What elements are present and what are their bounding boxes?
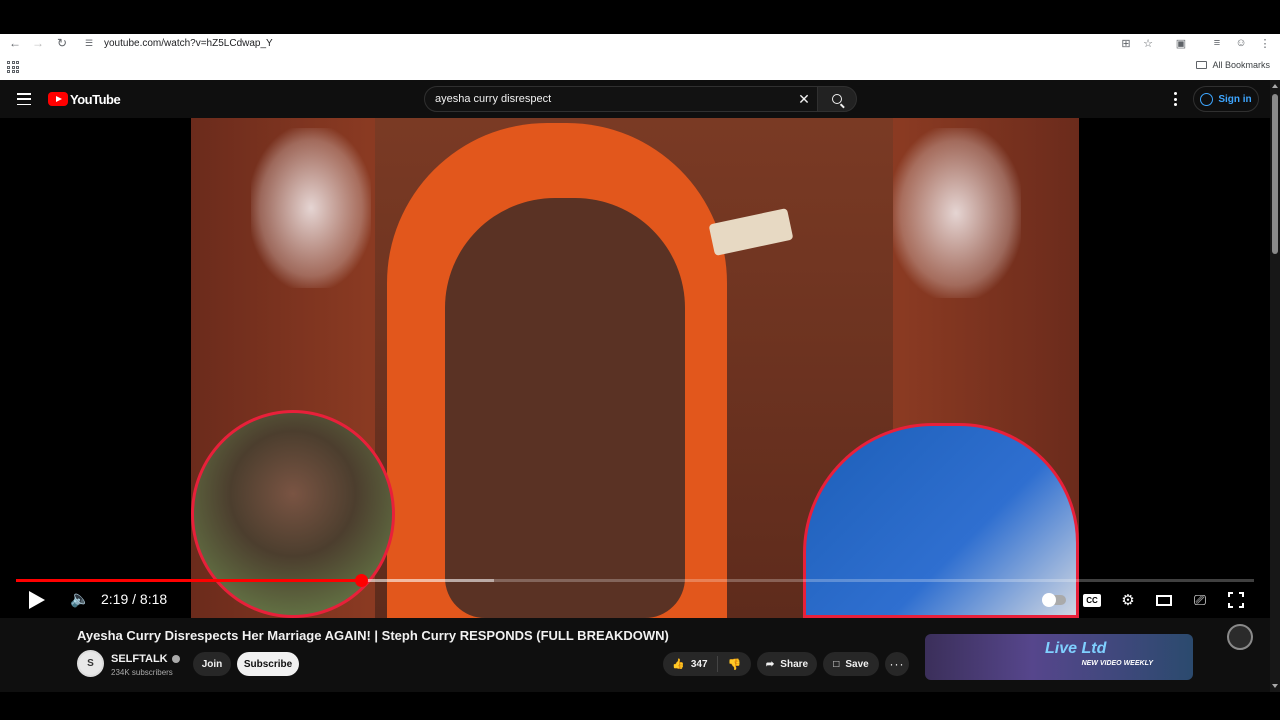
share-label: Share [780, 658, 809, 670]
play-icon[interactable] [29, 591, 45, 609]
reload-icon[interactable]: ↻ [53, 34, 71, 52]
background-light-right [891, 128, 1021, 298]
save-label: Save [845, 658, 869, 670]
search-button[interactable] [817, 86, 857, 112]
search-icon [832, 94, 842, 104]
cc-icon: CC [1083, 593, 1101, 607]
scrubber-handle[interactable] [355, 574, 369, 587]
thumbnail-caption: NEW VIDEO WEEKLY [1081, 660, 1153, 667]
sign-in-label: Sign in [1218, 93, 1252, 105]
thumbs-up-icon: 👍 [672, 658, 685, 670]
theater-mode-button[interactable] [1152, 588, 1176, 612]
more-options-icon[interactable] [1170, 92, 1180, 106]
back-icon[interactable]: ← [6, 34, 24, 52]
sign-in-button[interactable]: Sign in [1193, 86, 1259, 112]
theater-icon [1156, 594, 1172, 606]
youtube-wordmark: YouTube [70, 91, 121, 107]
page-scrollbar[interactable] [1270, 80, 1280, 692]
bookmark-star-icon[interactable]: ☆ [1139, 34, 1157, 52]
site-info-icon[interactable]: ☰ [82, 38, 96, 49]
reading-list-icon[interactable]: ≡ [1208, 34, 1226, 52]
youtube-logo[interactable]: YouTube [48, 91, 121, 107]
clear-search-icon[interactable]: ✕ [796, 92, 812, 108]
like-dislike-group: 👍 347 👎 [663, 652, 751, 676]
window-bottom-bar [0, 692, 1280, 720]
address-bar[interactable]: ☰ youtube.com/watch?v=hZ5LCdwap_Y [82, 35, 1192, 51]
progress-played [16, 579, 362, 582]
channel-name: SELFTALK [111, 653, 168, 665]
background-light-left [251, 128, 371, 288]
youtube-play-icon [48, 92, 68, 106]
autoplay-toggle[interactable] [1042, 588, 1067, 612]
scrollbar-thumb[interactable] [1272, 94, 1278, 254]
video-frame[interactable] [191, 118, 1079, 618]
time-display: 2:19 / 8:18 [101, 591, 168, 607]
all-bookmarks-button[interactable]: All Bookmarks [1196, 60, 1270, 70]
window-top-bar [0, 0, 1280, 34]
tab-search-icon[interactable]: ▣ [1172, 34, 1190, 52]
browser-menu-icon[interactable]: ⋮ [1256, 34, 1274, 52]
search-query: ayesha curry disrespect [435, 93, 552, 105]
forward-icon[interactable]: → [29, 34, 47, 52]
autoplay-icon [1042, 593, 1066, 607]
video-title: Ayesha Curry Disrespects Her Marriage AG… [77, 628, 669, 643]
verified-icon [171, 655, 180, 663]
thumbnail-script-text: Live Ltd [1045, 640, 1107, 657]
join-button[interactable]: Join [193, 652, 231, 676]
browser-chrome: ← → ↻ ☰ youtube.com/watch?v=hZ5LCdwap_Y … [0, 34, 1280, 80]
volume-icon[interactable]: 🔈 [70, 590, 90, 610]
more-actions-icon[interactable]: ··· [885, 652, 909, 676]
share-button[interactable]: ➦ Share [757, 652, 817, 676]
like-count: 347 [690, 658, 708, 670]
apps-grid-icon[interactable] [7, 61, 19, 73]
channel-avatar[interactable]: S [77, 650, 104, 677]
search-input[interactable]: ayesha curry disrespect [424, 86, 818, 112]
scroll-down-icon[interactable] [1272, 684, 1278, 688]
install-app-icon[interactable]: ⊞ [1117, 34, 1135, 52]
address-row: ← → ↻ ☰ youtube.com/watch?v=hZ5LCdwap_Y … [0, 34, 1280, 52]
dislike-button[interactable]: 👎 [718, 658, 751, 671]
ceiling-lamp [708, 208, 794, 256]
settings-icon[interactable]: ⚙ [1116, 588, 1140, 612]
bookmark-icon: □ [833, 658, 840, 670]
channel-name-row[interactable]: SELFTALK [111, 653, 180, 665]
menu-icon[interactable] [17, 93, 31, 105]
profile-icon[interactable]: ☺ [1232, 34, 1250, 52]
video-player[interactable]: 🔈 2:19 / 8:18 CC ⚙ ⎚ [0, 118, 1270, 650]
thumbs-down-icon: 👎 [727, 658, 742, 671]
subscribe-button[interactable]: Subscribe [237, 652, 299, 676]
fullscreen-button[interactable] [1224, 588, 1248, 612]
scroll-up-icon[interactable] [1272, 84, 1278, 88]
subscriber-count: 234K subscribers [111, 668, 173, 677]
player-controls: 🔈 2:19 / 8:18 CC ⚙ ⎚ [0, 573, 1270, 618]
folder-icon [1196, 61, 1208, 69]
speaker-face [445, 198, 685, 618]
save-button[interactable]: □ Save [823, 652, 879, 676]
all-bookmarks-label: All Bookmarks [1212, 60, 1270, 70]
share-icon: ➦ [765, 658, 775, 670]
youtube-page: YouTube ayesha curry disrespect ✕ Sign i… [0, 80, 1280, 720]
subtitles-button[interactable]: CC [1080, 588, 1104, 612]
url-text: youtube.com/watch?v=hZ5LCdwap_Y [104, 37, 273, 49]
recommended-video-thumbnail[interactable]: Live Ltd NEW VIDEO WEEKLY [925, 634, 1193, 680]
like-button[interactable]: 👍 347 [663, 656, 718, 672]
masthead: YouTube ayesha curry disrespect ✕ Sign i… [0, 80, 1270, 118]
fullscreen-icon [1228, 592, 1244, 608]
cast-icon[interactable]: ⎚ [1188, 588, 1212, 612]
bookmarks-bar: All Bookmarks [0, 56, 1280, 78]
account-icon [1200, 92, 1214, 106]
